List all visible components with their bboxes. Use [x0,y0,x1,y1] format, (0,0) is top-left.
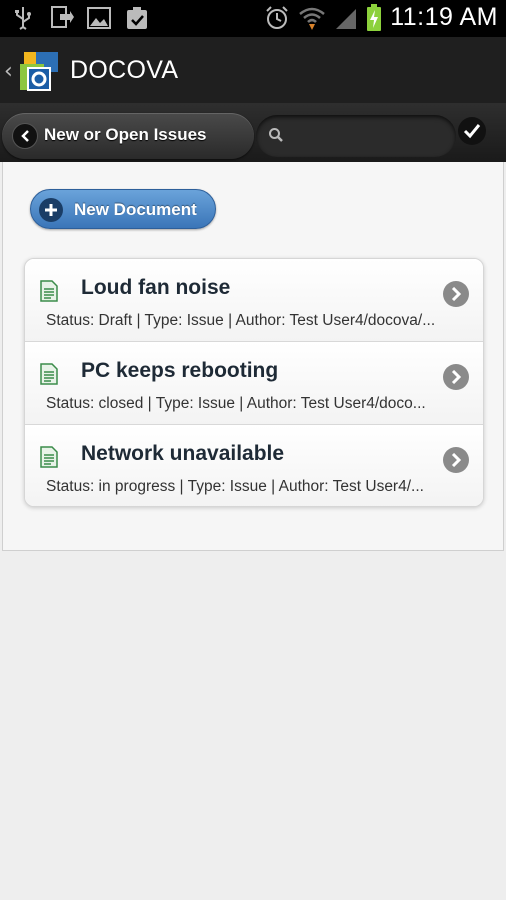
plus-icon [39,198,63,222]
battery-charging-icon [367,3,382,31]
document-list: Loud fan noise Status: Draft | Type: Iss… [24,258,484,507]
document-icon [40,446,58,468]
select-button[interactable] [458,117,486,145]
usb-icon [15,7,31,30]
view-title: New or Open Issues [44,125,207,144]
status-bar: 11:19 AM [0,0,506,37]
document-title: Loud fan noise [81,276,231,299]
document-title: Network unavailable [81,442,285,465]
chevron-right-icon[interactable] [443,447,469,473]
search-icon [269,128,283,142]
image-icon [87,7,111,29]
clock: 11:19 AM [390,3,498,31]
document-meta: Status: in progress | Type: Issue | Auth… [46,478,424,495]
alarm-icon [266,5,288,29]
back-circle-icon [12,123,38,149]
search-box[interactable] [256,115,456,157]
document-icon [40,280,58,302]
list-item[interactable]: PC keeps rebooting Status: closed | Type… [25,342,483,425]
toolbar: New or Open Issues [0,104,506,162]
wifi-icon [299,7,326,30]
new-document-button[interactable]: New Document [30,189,216,229]
docova-logo-icon[interactable] [18,50,62,94]
list-item[interactable]: Network unavailable Status: in progress … [25,425,483,506]
list-item[interactable]: Loud fan noise Status: Draft | Type: Iss… [25,259,483,342]
download-icon [51,6,74,28]
search-input[interactable] [294,123,444,149]
document-meta: Status: Draft | Type: Issue | Author: Te… [46,312,436,329]
checkmark-icon [463,124,481,139]
chevron-right-icon[interactable] [443,281,469,307]
document-title: PC keeps rebooting [81,359,279,382]
clipboard-check-icon [127,7,147,29]
document-icon [40,363,58,385]
app-title: DOCOVA [70,56,179,84]
new-document-label: New Document [74,200,197,219]
app-bar: ‹ DOCOVA [0,37,506,104]
document-meta: Status: closed | Type: Issue | Author: T… [46,395,426,412]
signal-icon [336,8,357,29]
view-back-button[interactable]: New or Open Issues [2,113,254,159]
chevron-right-icon[interactable] [443,364,469,390]
chevron-left-icon[interactable]: ‹ [4,59,13,84]
